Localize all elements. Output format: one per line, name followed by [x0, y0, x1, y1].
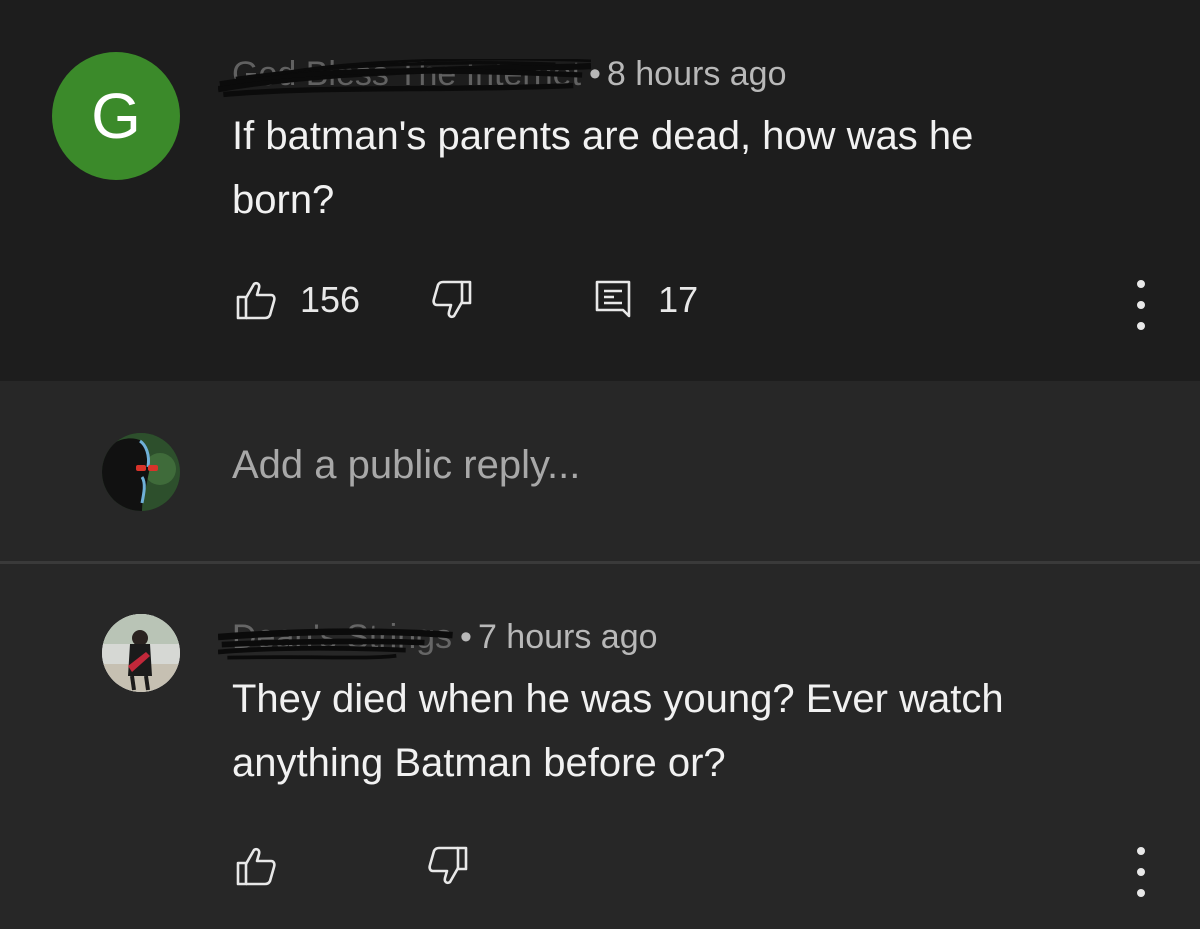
thumbs-up-icon[interactable]: [234, 278, 278, 322]
thumbs-down-icon[interactable]: [430, 278, 474, 322]
comment-meta: God Bless The Internet • 8 hours ago: [218, 55, 787, 98]
meta-separator: •: [589, 55, 601, 93]
reply-text: They died when he was young? Ever watch …: [232, 677, 1004, 785]
comment-text: If batman's parents are dead, how was he…: [232, 114, 974, 222]
comment-time: 8 hours ago: [606, 55, 787, 93]
reply-count: 17: [658, 279, 699, 320]
reply-meta: Dean's Strings • 7 hours ago: [218, 618, 658, 660]
comment-author[interactable]: God Bless The Internet: [218, 55, 591, 98]
reply-actions: [234, 844, 470, 888]
comment-icon[interactable]: [592, 278, 636, 322]
current-user-avatar[interactable]: [102, 433, 180, 511]
reply-author[interactable]: Dean's Strings: [218, 618, 453, 660]
avatar-letter: G: [91, 80, 141, 152]
meta-separator: •: [460, 618, 472, 656]
reply-composer: [0, 381, 1200, 561]
author-avatar[interactable]: G: [52, 52, 180, 180]
like-count: 156: [300, 279, 361, 320]
reply-input[interactable]: Add a public reply...: [232, 443, 580, 488]
reply-author-avatar[interactable]: [102, 614, 180, 692]
reply-time: 7 hours ago: [477, 618, 658, 656]
comment-actions: 156 17: [234, 278, 698, 322]
thumbs-down-icon[interactable]: [426, 844, 470, 888]
reply: Dean's Strings • 7 hours ago They died wh…: [0, 564, 1200, 929]
thumbs-up-icon[interactable]: [234, 844, 278, 888]
more-vertical-icon[interactable]: [1131, 280, 1151, 330]
more-vertical-icon[interactable]: [1131, 847, 1151, 897]
comment: G God Bless The Internet • 8 hours ago If…: [0, 0, 1200, 381]
